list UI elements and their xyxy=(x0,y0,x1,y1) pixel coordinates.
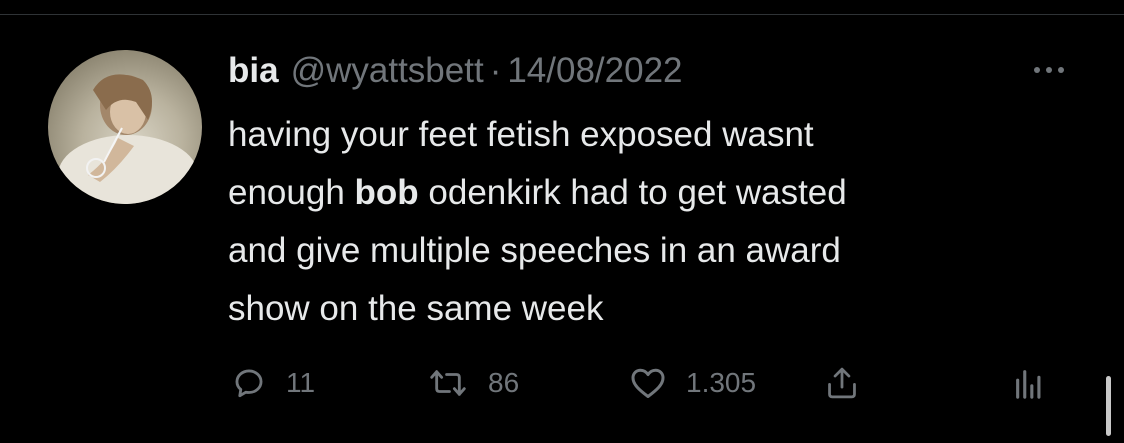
share-button[interactable] xyxy=(825,358,859,408)
tweet-header: bia @wyattsbett · 14/08/2022 xyxy=(228,48,683,94)
more-dot xyxy=(1046,67,1052,73)
more-dot xyxy=(1058,67,1064,73)
avatar[interactable] xyxy=(48,50,202,204)
tweet-text-segment: enough xyxy=(228,173,355,212)
top-divider xyxy=(0,14,1124,15)
reply-icon xyxy=(235,369,263,398)
more-dot xyxy=(1034,67,1040,73)
tweet-text-segment: odenkirk had to get wasted xyxy=(418,173,847,212)
tweet-text: having your feet fetish exposed wasnt eno… xyxy=(228,106,1068,338)
tweet-text-line: and give multiple speeches in an award xyxy=(228,231,841,270)
author-display-name[interactable]: bia xyxy=(228,48,279,94)
tweet-date[interactable]: 14/08/2022 xyxy=(507,48,682,94)
like-button[interactable]: 1.305 xyxy=(630,358,756,408)
tweet-actions: 11 86 1.305 xyxy=(0,358,1124,408)
scrollbar[interactable] xyxy=(1106,376,1111,436)
reply-button[interactable]: 11 xyxy=(232,358,315,408)
separator-dot: · xyxy=(489,51,502,90)
retweet-button[interactable]: 86 xyxy=(428,358,519,408)
retweet-count: 86 xyxy=(488,367,520,398)
reply-count: 11 xyxy=(286,367,316,398)
analytics-icon xyxy=(1016,370,1041,399)
tweet-text-line: having your feet fetish exposed wasnt xyxy=(228,115,814,154)
heart-icon xyxy=(631,368,665,398)
author-handle[interactable]: @wyattsbett xyxy=(291,48,484,94)
avatar-photo xyxy=(58,74,198,204)
analytics-button[interactable] xyxy=(1012,358,1046,408)
share-icon xyxy=(828,367,856,399)
tweet-text-line: show on the same week xyxy=(228,289,604,328)
retweet-icon xyxy=(430,370,466,396)
more-options-icon[interactable] xyxy=(1025,60,1073,80)
like-count: 1.305 xyxy=(686,367,757,398)
tweet-text-bold-segment: bob xyxy=(354,173,419,212)
